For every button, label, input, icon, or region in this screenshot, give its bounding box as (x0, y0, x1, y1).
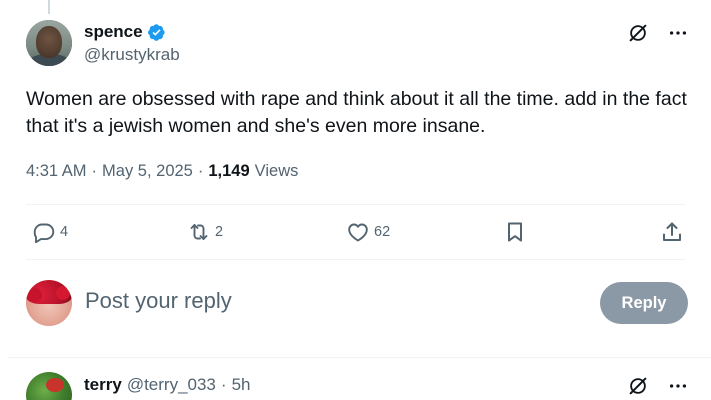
tweet-time[interactable]: 4:31 AM (26, 162, 87, 181)
reply-count: 4 (60, 224, 69, 240)
views-count: 1,149 (208, 162, 250, 180)
repost-icon (190, 224, 208, 240)
reply-author-name[interactable]: terry (84, 375, 122, 395)
current-user-avatar[interactable] (26, 280, 72, 326)
tweet-meta: 4:31 AM · May 5, 2025 · 1,149 Views (26, 162, 298, 181)
reply-time[interactable]: 5h (232, 375, 251, 395)
repost-action[interactable]: 2 (187, 214, 223, 250)
like-count: 62 (374, 224, 391, 240)
author-display-name[interactable]: spence (84, 22, 143, 42)
reply-header: terry @terry_033 · 5h (84, 375, 250, 395)
views-label: Views (254, 162, 299, 180)
grok-icon[interactable] (627, 375, 649, 397)
grok-icon[interactable] (627, 22, 649, 44)
reply-icon (33, 223, 55, 244)
share-action[interactable] (660, 214, 684, 250)
author-handle[interactable]: @krustykrab (84, 45, 180, 65)
like-action[interactable]: 62 (346, 214, 390, 250)
tweet-date[interactable]: May 5, 2025 (102, 162, 193, 181)
tweet-text: Women are obsessed with rape and think a… (26, 88, 687, 137)
bookmark-icon (508, 222, 522, 242)
meta-separator: · (197, 162, 204, 180)
reply-author-handle[interactable]: @terry_033 (127, 375, 216, 395)
reply-button[interactable]: Reply (600, 282, 688, 324)
thread-connector-line (48, 0, 50, 14)
more-icon[interactable] (667, 375, 689, 397)
bookmark-action[interactable] (503, 214, 527, 250)
divider (8, 357, 711, 358)
reply-separator: · (220, 375, 227, 394)
tweet-actions: 4 2 62 (26, 214, 685, 250)
share-icon (663, 222, 681, 241)
tweet-top-actions (627, 22, 689, 44)
tweet-header: spence @krustykrab (84, 20, 180, 65)
repost-count: 2 (215, 224, 224, 240)
heart-icon (348, 223, 368, 242)
divider (26, 259, 685, 260)
author-avatar[interactable] (26, 20, 72, 66)
verified-badge-icon (147, 23, 165, 41)
reply-top-actions (627, 375, 689, 397)
more-icon[interactable] (667, 22, 689, 44)
divider (26, 204, 685, 205)
reply-author-avatar[interactable] (26, 372, 72, 400)
meta-separator: · (91, 162, 98, 180)
reply-action[interactable]: 4 (32, 214, 68, 250)
reply-input[interactable]: Post your reply (85, 288, 232, 314)
